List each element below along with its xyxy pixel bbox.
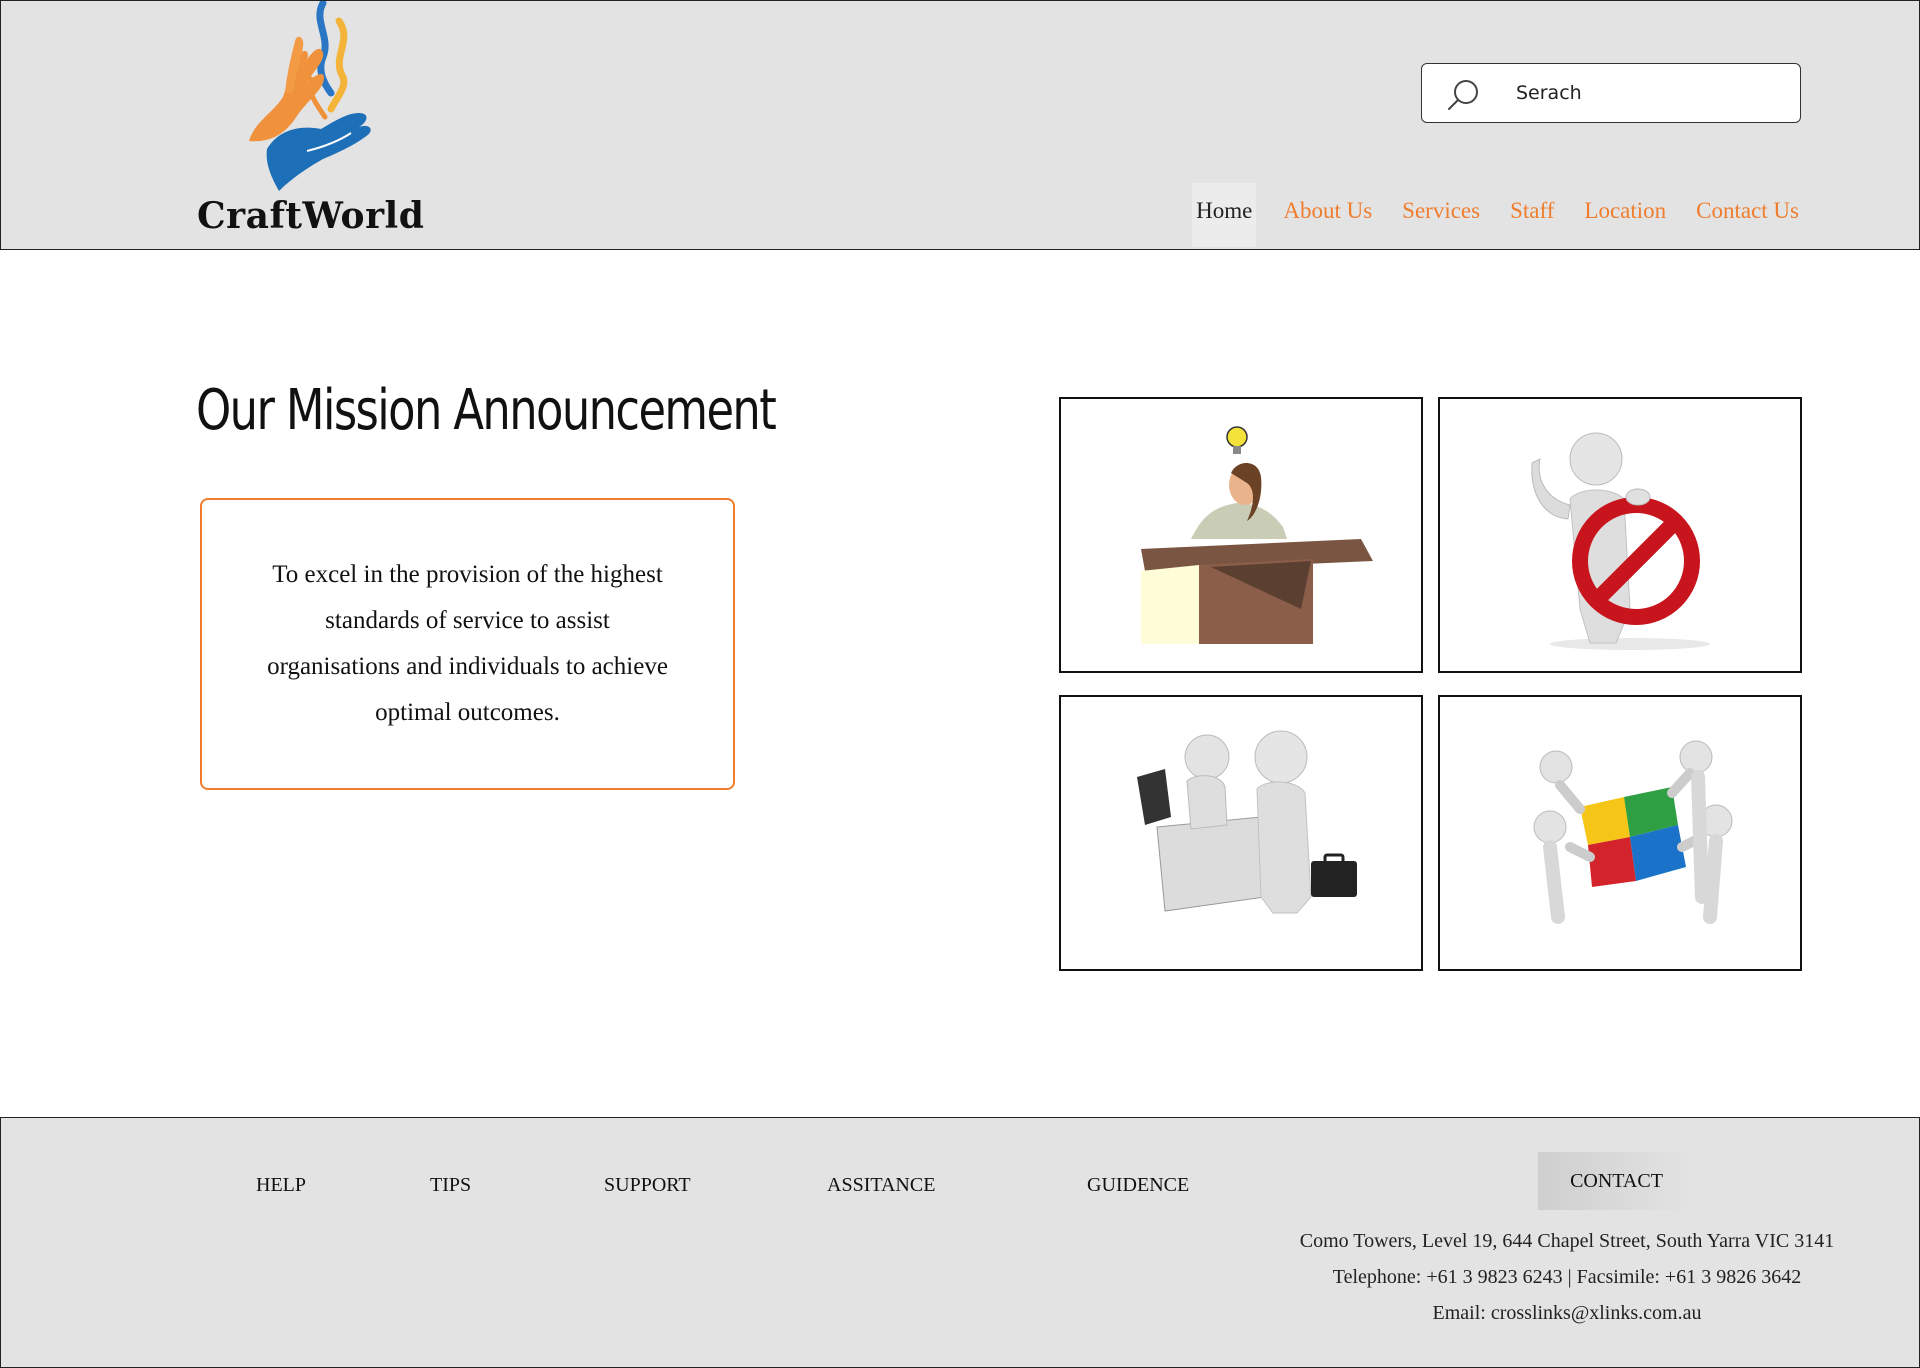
image-tile-puzzle: [1438, 695, 1802, 971]
site-header: CraftWorld Home About Us Services Staff …: [0, 0, 1920, 250]
footer-phone: Telephone: +61 3 9823 6243 | Facsimile: …: [1332, 1266, 1802, 1288]
brand-name: CraftWorld: [197, 195, 425, 237]
footer-address: Como Towers, Level 19, 644 Chapel Street…: [1299, 1230, 1835, 1252]
image-tile-stop: [1438, 397, 1802, 673]
mission-statement-box: To excel in the provision of the highest…: [200, 498, 735, 790]
business-handshake-image: [1137, 730, 1357, 914]
page-title: Our Mission Announcement: [196, 378, 777, 443]
footer-email[interactable]: Email: crosslinks@xlinks.com.au: [1241, 1302, 1893, 1325]
nav-about-us[interactable]: About Us: [1268, 183, 1387, 247]
nav-staff[interactable]: Staff: [1495, 183, 1569, 247]
nav-contact-us[interactable]: Contact Us: [1681, 183, 1799, 247]
main-nav: Home About Us Services Staff Location Co…: [1192, 183, 1799, 247]
footer-link-help[interactable]: HELP: [256, 1174, 306, 1197]
search-icon[interactable]: [1446, 78, 1480, 112]
footer-link-support[interactable]: SUPPORT: [604, 1174, 691, 1197]
search-input[interactable]: [1516, 76, 1776, 110]
image-tile-idea: [1059, 397, 1423, 673]
image-tile-handshake: [1059, 695, 1423, 971]
puzzle-teamwork-image: [1533, 740, 1733, 924]
footer-link-assistance[interactable]: ASSITANCE: [827, 1174, 935, 1197]
site-footer: HELP TIPS SUPPORT ASSITANCE GUIDENCE CON…: [0, 1117, 1920, 1368]
stop-sign-figure-image: [1531, 432, 1710, 650]
idea-person-in-box-image: [1141, 426, 1373, 644]
footer-link-guidance[interactable]: GUIDENCE: [1087, 1174, 1189, 1197]
search-box[interactable]: [1421, 63, 1801, 123]
brand-logo[interactable]: CraftWorld: [197, 1, 424, 239]
footer-link-tips[interactable]: TIPS: [430, 1174, 471, 1197]
nav-home[interactable]: Home: [1192, 183, 1257, 247]
nav-services[interactable]: Services: [1387, 183, 1495, 247]
nav-location[interactable]: Location: [1569, 183, 1681, 247]
mission-statement-text: To excel in the provision of the highest…: [267, 561, 668, 726]
hands-logo-icon: [249, 1, 371, 191]
footer-contact-button[interactable]: CONTACT: [1538, 1152, 1695, 1210]
